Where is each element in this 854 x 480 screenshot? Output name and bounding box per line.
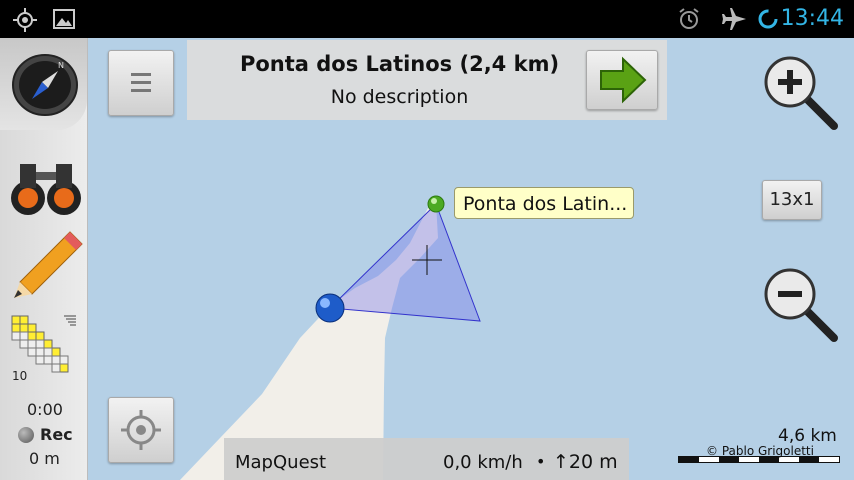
center-location-button[interactable] — [108, 397, 174, 463]
menu-icon — [131, 73, 151, 92]
gps-icon — [13, 8, 37, 32]
airplane-icon — [722, 8, 746, 30]
zoom-out-button[interactable] — [762, 266, 840, 344]
target-description: No description — [330, 86, 469, 108]
navigate-button[interactable] — [586, 50, 658, 110]
svg-text:N: N — [58, 61, 64, 70]
sync-icon — [758, 9, 778, 29]
scale-label: 4,6 km — [778, 426, 837, 446]
track-distance: 0 m — [29, 449, 60, 468]
menu-button[interactable] — [108, 50, 174, 116]
copyright-label: © Pablo Grigoletti — [706, 444, 814, 458]
grid-level-label: 10 — [12, 369, 28, 383]
pencil-button[interactable] — [10, 230, 84, 300]
status-clock: 13:44 — [780, 6, 844, 31]
target-title: Ponta dos Latinos (2,4 km) — [239, 52, 560, 76]
target-info-panel[interactable]: Ponta dos Latinos (2,4 km) No descriptio… — [187, 40, 667, 120]
separator-dot: • — [536, 452, 546, 471]
map-source-label: MapQuest — [235, 452, 327, 473]
rec-indicator-icon[interactable] — [18, 427, 34, 443]
current-position-marker — [315, 293, 345, 323]
bottom-info-bar[interactable]: MapQuest 0,0 km/h • ↑20 m — [224, 438, 629, 480]
crosshair-location-icon — [121, 410, 161, 450]
zoom-in-button[interactable] — [762, 54, 840, 132]
arrow-right-icon — [600, 56, 647, 104]
zoom-level-indicator[interactable]: 13x1 — [762, 180, 822, 220]
binoculars-button[interactable] — [8, 158, 84, 220]
poi-label[interactable]: Ponta dos Latin... — [454, 187, 634, 219]
image-icon — [53, 9, 75, 29]
poi-marker — [427, 195, 445, 213]
direction-triangle — [328, 203, 481, 322]
left-toolbar: N 10 0:00 Rec 0 m — [0, 38, 88, 480]
track-time: 0:00 — [27, 400, 63, 419]
compass-icon: N — [12, 54, 78, 116]
speed-label: 0,0 km/h — [443, 452, 523, 473]
altitude-label: ↑20 m — [553, 451, 618, 473]
alarm-icon — [679, 8, 699, 29]
status-bar: 13:44 — [0, 0, 854, 38]
compass-button[interactable]: N — [0, 38, 87, 130]
rec-label[interactable]: Rec — [40, 425, 73, 444]
